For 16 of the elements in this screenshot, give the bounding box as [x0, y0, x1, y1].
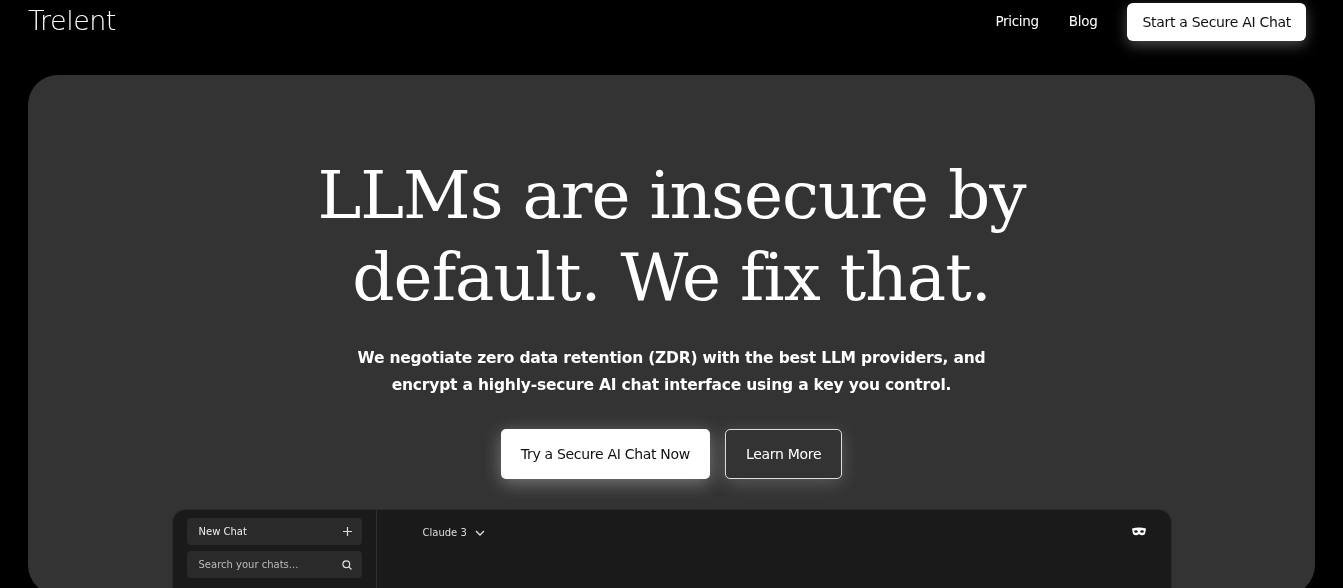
new-chat-button[interactable]: New Chat [186, 518, 362, 545]
mask-icon[interactable] [1130, 527, 1147, 537]
chevron-down-icon [474, 529, 485, 536]
nav-link[interactable]: Blog [1068, 13, 1098, 29]
plus-icon [342, 527, 352, 536]
model-selector[interactable]: Claude 3 [422, 527, 485, 538]
headline: LLMs are insecure by default. We fix that. [317, 156, 1026, 318]
try-chat-button[interactable]: Try a Secure AI Chat Now [500, 429, 710, 479]
nav-link[interactable]: Pricing [995, 13, 1039, 29]
search-icon [341, 559, 352, 570]
learn-more-button[interactable]: Learn More [724, 429, 843, 479]
start-chat-button[interactable]: Start a Secure AI Chat [1127, 2, 1306, 41]
subtitle: We negotiate zero data retention (ZDR) with the best LLM providers, and encrypt a highly-secure AI chat interface using a key you control. [357, 348, 986, 396]
logo[interactable]: Trelent [28, 4, 116, 36]
search-field[interactable]: Search your chats... [186, 551, 362, 578]
new-chat-label: New Chat [198, 526, 248, 537]
